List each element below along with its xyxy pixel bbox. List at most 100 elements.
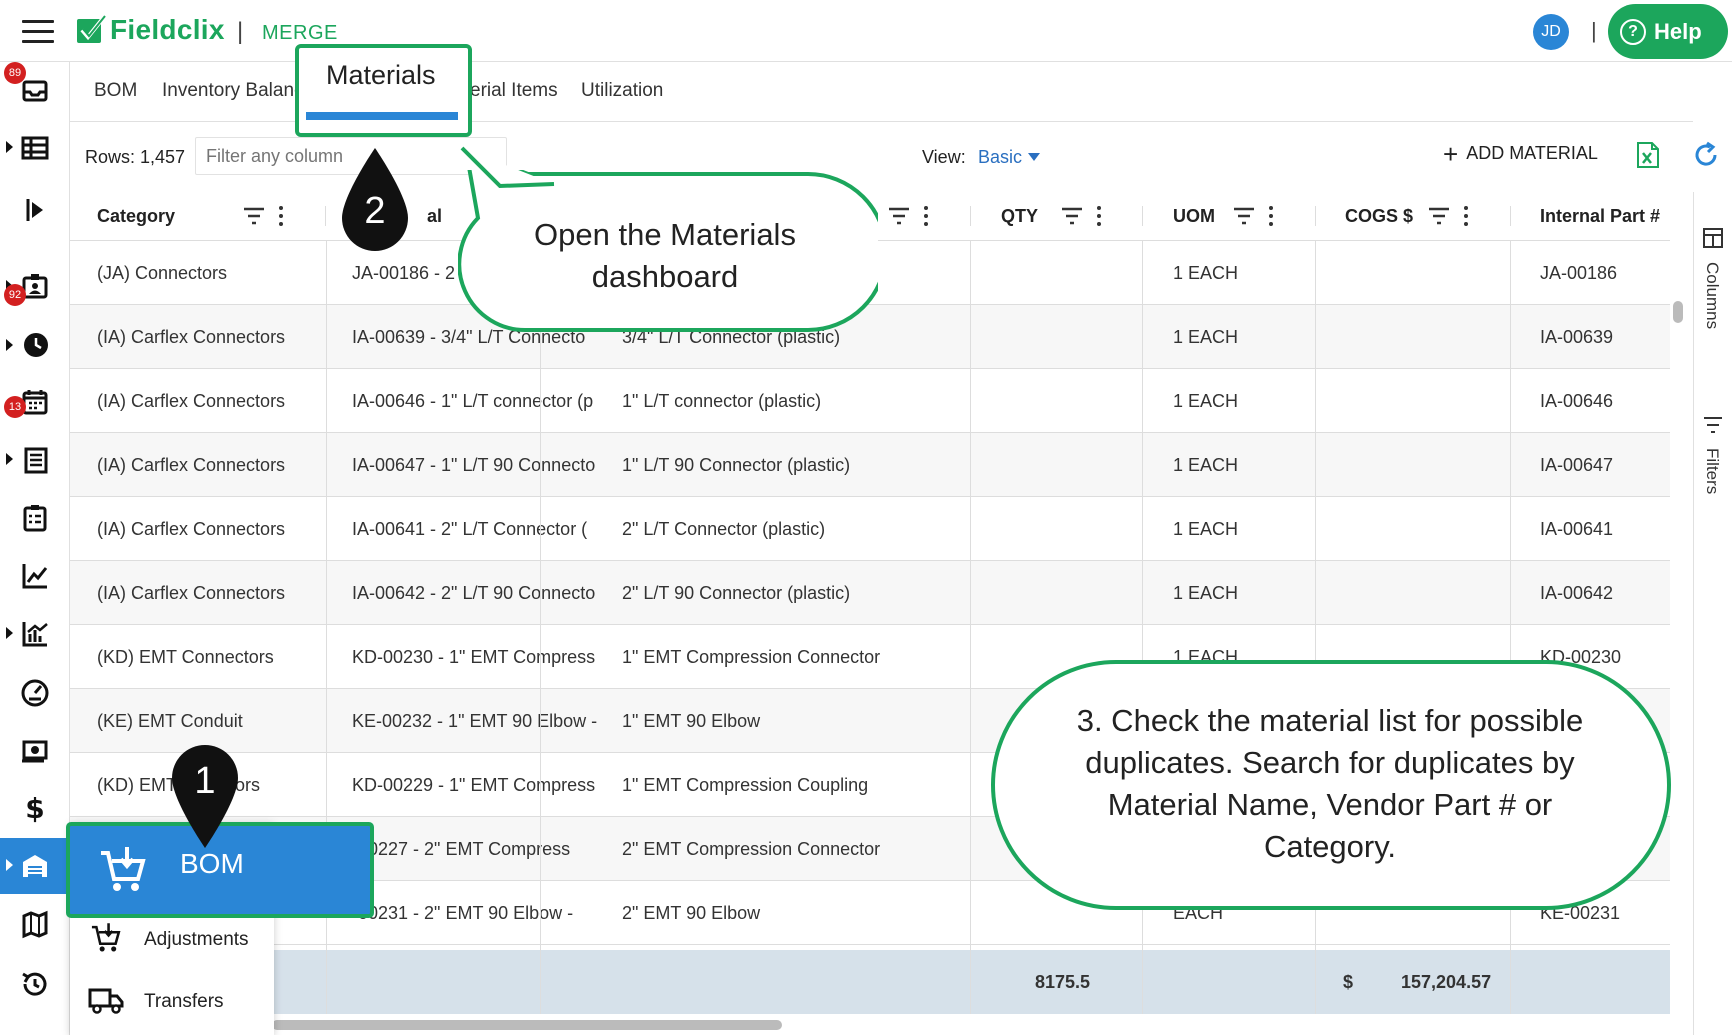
cell-uom[interactable]: 1 EACH: [1173, 433, 1323, 497]
cell-qty[interactable]: [1035, 561, 1135, 625]
column-menu-icon[interactable]: [1464, 206, 1468, 226]
cell-description[interactable]: 1" EMT Compression Coupling: [622, 753, 972, 817]
cell-material[interactable]: KD-00229 - 1" EMT Compress: [352, 753, 598, 817]
table-row[interactable]: (IA) Carflex Connectors IA-00641 - 2" L/T…: [70, 497, 1670, 561]
cell-cogs[interactable]: [1401, 305, 1551, 369]
menu-item-adjustments[interactable]: Adjustments: [144, 929, 249, 951]
nav-analytics[interactable]: [0, 606, 70, 662]
cell-uom[interactable]: 1 EACH: [1173, 305, 1323, 369]
caret-down-icon[interactable]: [1028, 153, 1040, 161]
excel-export-icon[interactable]: [1636, 141, 1660, 169]
cell-uom[interactable]: 1 EACH: [1173, 369, 1323, 433]
header-internal-part[interactable]: Internal Part #: [1540, 192, 1660, 241]
cell-material[interactable]: IA-00641 - 2" L/T Connector (: [352, 497, 598, 561]
cell-category[interactable]: (IA) Carflex Connectors: [97, 497, 325, 561]
cell-description[interactable]: 1" EMT 90 Elbow: [622, 689, 972, 753]
cell-material[interactable]: -00227 - 2" EMT Compress: [352, 817, 598, 881]
vertical-scroll-thumb[interactable]: [1673, 301, 1683, 323]
cell-description[interactable]: 1" L/T connector (plastic): [622, 369, 972, 433]
nav-play[interactable]: [0, 182, 70, 238]
nav-history[interactable]: [0, 956, 70, 1012]
cell-description[interactable]: 2" L/T 90 Connector (plastic): [622, 561, 972, 625]
user-avatar[interactable]: JD: [1533, 14, 1569, 50]
cell-internal[interactable]: IA-00647: [1540, 433, 1670, 497]
cell-cogs[interactable]: [1401, 497, 1551, 561]
nav-reports[interactable]: [0, 548, 70, 604]
filter-icon[interactable]: [1233, 206, 1255, 226]
cell-internal[interactable]: IA-00646: [1540, 369, 1670, 433]
column-menu-icon[interactable]: [1097, 206, 1101, 226]
filters-icon[interactable]: [1703, 416, 1723, 434]
nav-map[interactable]: [0, 896, 70, 952]
nav-dashboard[interactable]: [0, 664, 70, 720]
tab-bom[interactable]: BOM: [94, 80, 137, 102]
table-row[interactable]: (IA) Carflex Connectors IA-00647 - 1" L/T…: [70, 433, 1670, 497]
filters-panel-toggle[interactable]: Filters: [1702, 448, 1722, 494]
columns-icon[interactable]: [1703, 228, 1723, 248]
table-row[interactable]: (IA) Carflex Connectors IA-00646 - 1" L/T…: [70, 369, 1670, 433]
table-row[interactable]: (IA) Carflex Connectors IA-00642 - 2" L/T…: [70, 561, 1670, 625]
nav-payments[interactable]: [0, 722, 70, 778]
column-separator[interactable]: [1315, 206, 1316, 226]
cell-category[interactable]: (IA) Carflex Connectors: [97, 561, 325, 625]
cell-description[interactable]: 1" L/T 90 Connector (plastic): [622, 433, 972, 497]
expand-arrow-icon[interactable]: [6, 859, 13, 871]
cell-qty[interactable]: [1035, 497, 1135, 561]
nav-checklist[interactable]: [0, 490, 70, 546]
column-menu-icon[interactable]: [279, 206, 283, 226]
header-category[interactable]: Category: [97, 192, 175, 241]
cell-category[interactable]: (KD) EMT Connectors: [97, 625, 325, 689]
cell-cogs[interactable]: [1401, 241, 1551, 305]
filter-icon[interactable]: [1061, 206, 1083, 226]
app-logo[interactable]: Fieldclix: [110, 14, 225, 46]
filter-icon[interactable]: [1428, 206, 1450, 226]
column-separator[interactable]: [1142, 206, 1143, 226]
cell-material[interactable]: KE-00232 - 1" EMT 90 Elbow -: [352, 689, 598, 753]
cell-description[interactable]: 2" L/T Connector (plastic): [622, 497, 972, 561]
cell-cogs[interactable]: [1401, 561, 1551, 625]
header-qty[interactable]: QTY: [1001, 192, 1038, 241]
cell-category[interactable]: (IA) Carflex Connectors: [97, 369, 325, 433]
nav-grid[interactable]: [0, 120, 70, 176]
help-button[interactable]: ? Help: [1608, 4, 1728, 59]
header-material[interactable]: al: [427, 192, 442, 241]
menu-item-bom-label[interactable]: BOM: [180, 848, 244, 880]
add-material-button[interactable]: + ADD MATERIAL: [1443, 141, 1598, 167]
cell-category[interactable]: (JA) Connectors: [97, 241, 325, 305]
cell-internal[interactable]: IA-00642: [1540, 561, 1670, 625]
cell-uom[interactable]: 1 EACH: [1173, 241, 1323, 305]
cell-qty[interactable]: [1035, 433, 1135, 497]
nav-billing[interactable]: $: [0, 780, 70, 836]
cell-uom[interactable]: 1 EACH: [1173, 561, 1323, 625]
column-separator[interactable]: [325, 206, 326, 226]
nav-time[interactable]: [0, 316, 70, 372]
filter-icon[interactable]: [888, 206, 910, 226]
tab-utilization[interactable]: Utilization: [581, 80, 663, 102]
header-uom[interactable]: UOM: [1173, 192, 1215, 241]
cell-category[interactable]: (IA) Carflex Connectors: [97, 433, 325, 497]
cell-qty[interactable]: [1035, 305, 1135, 369]
hamburger-menu-icon[interactable]: [22, 20, 54, 44]
cell-qty[interactable]: [1035, 369, 1135, 433]
cell-description[interactable]: 1" EMT Compression Connector: [622, 625, 972, 689]
cell-description[interactable]: 2" EMT 90 Elbow: [622, 881, 972, 945]
column-menu-icon[interactable]: [924, 206, 928, 226]
cell-material[interactable]: IA-00647 - 1" L/T 90 Connecto: [352, 433, 598, 497]
cell-internal[interactable]: IA-00641: [1540, 497, 1670, 561]
tab-material-items[interactable]: erial Items: [470, 80, 558, 102]
cell-internal[interactable]: IA-00639: [1540, 305, 1670, 369]
column-separator[interactable]: [970, 206, 971, 226]
cell-material[interactable]: -00231 - 2" EMT 90 Elbow -: [352, 881, 598, 945]
tab-materials[interactable]: Materials: [326, 60, 436, 91]
cell-category[interactable]: (IA) Carflex Connectors: [97, 305, 325, 369]
refresh-icon[interactable]: [1692, 141, 1720, 169]
cell-material[interactable]: IA-00642 - 2" L/T 90 Connecto: [352, 561, 598, 625]
filter-icon[interactable]: [243, 206, 265, 226]
column-separator[interactable]: [1510, 206, 1511, 226]
view-select[interactable]: Basic: [978, 147, 1022, 168]
cell-description[interactable]: 2" EMT Compression Connector: [622, 817, 972, 881]
cell-cogs[interactable]: [1401, 433, 1551, 497]
vertical-scrollbar[interactable]: [1670, 241, 1686, 1016]
header-cogs[interactable]: COGS $: [1345, 192, 1413, 241]
column-menu-icon[interactable]: [1269, 206, 1273, 226]
